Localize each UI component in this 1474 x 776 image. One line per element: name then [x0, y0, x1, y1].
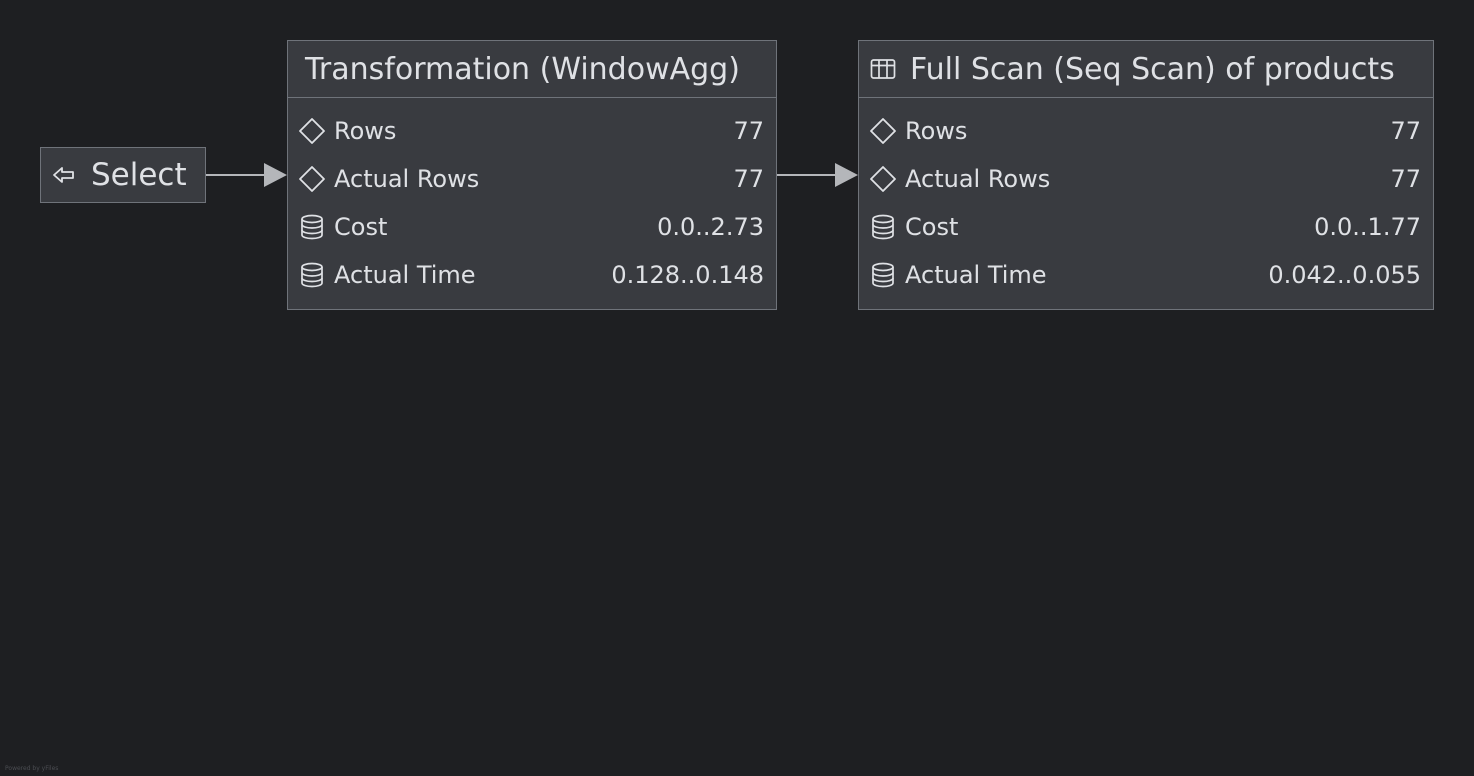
edge-transform-to-scan [777, 163, 858, 187]
edge-select-to-transform [206, 163, 287, 187]
database-icon [298, 213, 326, 241]
stat-row-actual-rows: Actual Rows 77 [859, 155, 1433, 203]
select-arrow-icon [51, 162, 77, 188]
plan-node-title: Transformation (WindowAgg) [288, 41, 776, 98]
stat-value: 77 [733, 117, 764, 145]
plan-node-title: Full Scan (Seq Scan) of products [859, 41, 1433, 98]
database-icon [869, 213, 897, 241]
stat-value: 0.042..0.055 [1268, 261, 1421, 289]
diamond-icon [298, 165, 326, 193]
stat-label: Cost [334, 213, 388, 241]
select-node-label: Select [91, 157, 187, 193]
stat-label: Rows [334, 117, 397, 145]
diamond-icon [298, 117, 326, 145]
stat-value: 0.128..0.148 [611, 261, 764, 289]
table-icon [869, 55, 897, 83]
stat-value: 77 [1390, 117, 1421, 145]
stat-row-cost: Cost 0.0..2.73 [288, 203, 776, 251]
stat-label: Actual Rows [905, 165, 1051, 193]
stat-row-cost: Cost 0.0..1.77 [859, 203, 1433, 251]
stat-label: Rows [905, 117, 968, 145]
stat-label: Actual Time [905, 261, 1047, 289]
stat-value: 77 [1390, 165, 1421, 193]
plan-node-full-scan[interactable]: Full Scan (Seq Scan) of products Rows 77… [858, 40, 1434, 310]
stat-row-rows: Rows 77 [288, 107, 776, 155]
stat-value: 0.0..2.73 [657, 213, 764, 241]
stat-row-actual-rows: Actual Rows 77 [288, 155, 776, 203]
stat-row-actual-time: Actual Time 0.042..0.055 [859, 251, 1433, 299]
diamond-icon [869, 165, 897, 193]
stat-value: 0.0..1.77 [1314, 213, 1421, 241]
stat-value: 77 [733, 165, 764, 193]
plan-node-title-text: Full Scan (Seq Scan) of products [910, 51, 1395, 87]
select-node[interactable]: Select [40, 147, 206, 203]
stat-row-actual-time: Actual Time 0.128..0.148 [288, 251, 776, 299]
plan-diagram: Select Transformation (WindowAgg) Rows 7… [0, 0, 1474, 776]
diamond-icon [869, 117, 897, 145]
plan-node-transformation[interactable]: Transformation (WindowAgg) Rows 77 Actua… [287, 40, 777, 310]
powered-by-note: Powered by yFiles [5, 765, 59, 772]
stat-label: Actual Rows [334, 165, 480, 193]
stat-label: Actual Time [334, 261, 476, 289]
stat-label: Cost [905, 213, 959, 241]
database-icon [869, 261, 897, 289]
database-icon [298, 261, 326, 289]
plan-node-title-text: Transformation (WindowAgg) [305, 51, 740, 87]
stat-row-rows: Rows 77 [859, 107, 1433, 155]
